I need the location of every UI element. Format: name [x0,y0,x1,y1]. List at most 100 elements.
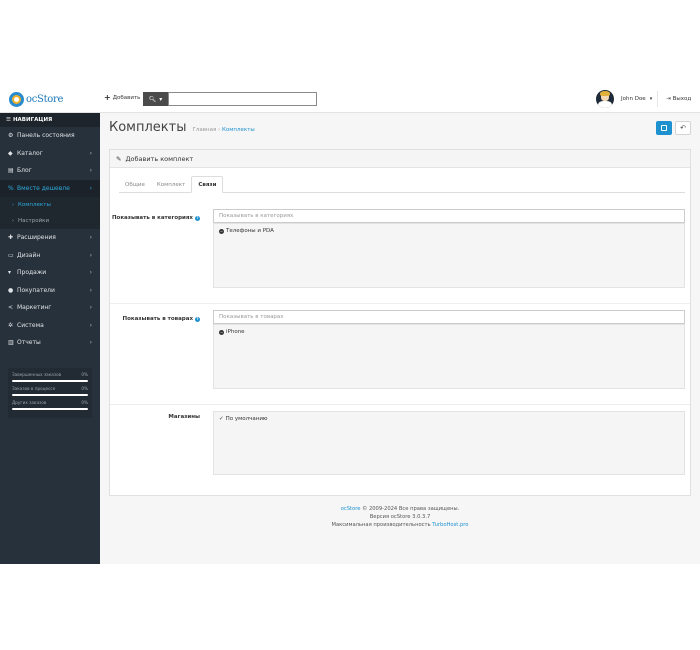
order-stats: Завершенных заказов 0% Заказов в процессе 0… [8,368,92,418]
categories-input[interactable] [213,209,685,223]
remove-icon[interactable]: − [219,329,224,335]
search-dropdown-button[interactable]: 🔍︎ ▾ [143,92,168,106]
sidebar-item-label: Каталог [17,149,43,157]
admin-app: ocStore + Добавить 🔍︎ ▾ John Doe ▾ ⇥ Вых… [0,85,700,564]
progress-bar [12,380,88,382]
plus-icon: + [104,93,111,102]
sidebar-item[interactable]: % Вместе дешевле › [0,179,100,197]
sidebar-item[interactable]: ◆ Каталог › [0,145,100,163]
chevron-right-icon: › [89,304,92,312]
tab[interactable]: Комплект [151,176,191,193]
progress-bar [12,408,88,410]
sidebar-item[interactable]: ▤ Блог › [0,162,100,180]
dashboard-icon: ⚙ [8,132,14,140]
order-stat: Заказов в процессе 0% [12,386,88,400]
help-icon: ? [195,316,200,322]
sidebar-item[interactable]: ✚ Расширения › [0,229,100,247]
footer: ocStore © 2009-2024 Все права защищены. … [109,505,691,529]
search-input[interactable] [168,92,317,106]
breadcrumb-current[interactable]: Комплекты [222,127,255,133]
progress-bar [12,394,88,396]
caret-down-icon: ▾ [649,96,653,102]
chevron-right-icon: › [89,149,92,157]
sidebar-item[interactable]: ▾ Продажи › [0,264,100,282]
sidebar-item[interactable]: < Маркетинг › [0,299,100,317]
page-header: Комплекты Главная › Комплекты [109,120,255,135]
chevron-right-icon: › [89,286,92,294]
sidebar-subitem[interactable]: › Настройки [0,213,100,229]
sidebar-item[interactable]: ⚙ Панель состояния [0,127,100,145]
user-menu[interactable]: John Doe ▾ [596,90,652,108]
sidebar-item[interactable]: ✲ Система › [0,317,100,335]
sidebar-item-label: Панель состояния [17,132,75,140]
logout-label: Выход [672,96,692,102]
order-stat-percent: 0% [81,386,88,391]
logo-icon [9,91,24,107]
percent-icon: % [8,184,14,192]
sidebar-item-label: Отчеты [17,339,41,347]
divider [657,91,658,107]
chevron-right-icon: › [89,269,92,277]
categories-row: Показывать в категориях ? −Телефоны и PD… [110,203,690,304]
reply-icon: ↶ [680,124,686,132]
chevron-right-icon: › [89,234,92,242]
nav-list: ⚙ Панель состояния ◆ Каталог › ▤ Блог ›% Вместе … [0,127,100,352]
panel-title: Добавить комплект [125,154,194,163]
stores-label: Магазины [168,414,200,420]
page-title: Комплекты [109,120,187,135]
breadcrumb-home[interactable]: Главная [193,127,217,133]
order-stat-label: Заказов в процессе [12,386,56,391]
products-label: Показывать в товарах ? [122,316,200,322]
sidebar-subitem-label: Комплекты [18,202,51,208]
remove-icon[interactable]: − [219,228,224,234]
categories-label: Показывать в категориях ? [111,215,200,221]
list-item-label: iPhone [226,329,245,335]
sidebar-item[interactable]: ● Покупатели › [0,282,100,300]
order-stat-percent: 0% [81,400,88,405]
logout-link[interactable]: ⇥ Выход [666,96,691,102]
top-bar: ocStore + Добавить 🔍︎ ▾ John Doe ▾ ⇥ Вых… [0,85,700,113]
share-icon: < [8,304,14,312]
panel-heading: ✎ Добавить комплект [110,150,690,168]
cog-icon: ✲ [8,321,14,329]
breadcrumb: Главная › Комплекты [192,127,255,133]
tab[interactable]: Общие [119,176,151,193]
back-button[interactable]: ↶ [675,121,691,135]
search-bar: 🔍︎ ▾ [143,92,317,106]
sidebar-item-label: Дизайн [17,251,41,259]
chevron-right-icon: › [89,321,92,329]
sidebar-item-label: Вместе дешевле [17,184,70,192]
footer-host-link[interactable]: TurboHost.pro [432,522,468,528]
order-stat-label: Других заказов [12,400,47,405]
save-button[interactable] [656,121,672,135]
form-panel: ✎ Добавить комплект Общие Комплект Связи П… [109,149,691,496]
puzzle-icon: ✚ [8,234,14,242]
tab[interactable]: Связи [191,176,224,193]
avatar [596,90,614,108]
list-item: − Телефоны и PDA [219,228,679,234]
store-checkbox[interactable]: ✓ По умолчанию [219,416,679,422]
order-stat-label: Завершенных заказов [12,372,62,377]
stores-row: Магазины ✓ По умолчанию [110,405,690,495]
footer-brand-link[interactable]: ocStore [341,506,361,512]
blog-icon: ▤ [8,167,14,175]
chevron-right-icon: › [89,184,92,192]
products-input[interactable] [213,310,685,324]
check-icon: ✓ [219,416,224,422]
order-stat-percent: 0% [81,372,88,377]
footer-version: Версия ocStore 3.0.3.7 [369,514,431,520]
list-item-label: Телефоны и PDA [226,228,274,234]
tag-icon: ◆ [8,149,13,157]
sidebar-item[interactable]: ▭ Дизайн › [0,247,100,265]
bar-chart-icon: ▥ [8,339,14,347]
pencil-icon: ✎ [116,154,122,163]
add-button[interactable]: + Добавить [104,94,140,102]
order-stat: Завершенных заказов 0% [12,372,88,386]
sidebar-item-label: Покупатели [17,286,55,294]
logo[interactable]: ocStore [9,91,63,107]
sidebar-item[interactable]: ▥ Отчеты › [0,334,100,352]
sidebar-item-label: Маркетинг [17,304,52,312]
sidebar-subitem[interactable]: › Комплекты [0,197,100,213]
user-name: John Doe [621,96,646,102]
cart-icon: ▾ [8,269,12,277]
